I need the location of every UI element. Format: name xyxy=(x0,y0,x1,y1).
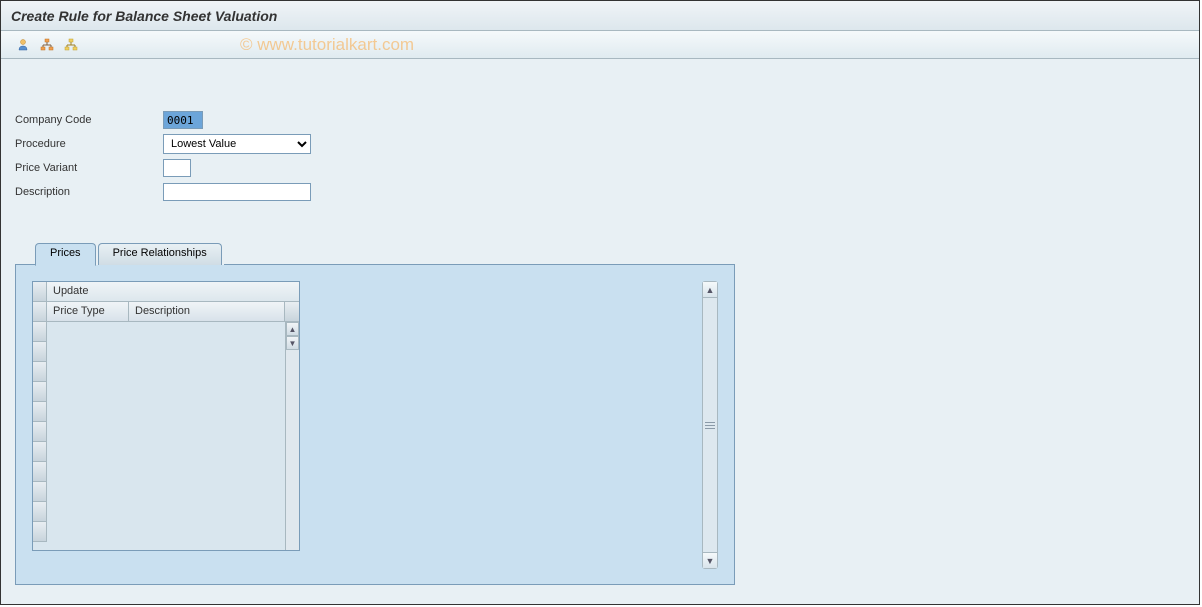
form-area: Company Code Procedure Lowest Value Pric… xyxy=(1,59,1199,215)
col-description[interactable]: Description xyxy=(129,302,285,321)
company-code-field[interactable] xyxy=(163,111,203,129)
table-title-row: Update xyxy=(33,282,299,302)
row-selector[interactable] xyxy=(33,342,47,362)
description-row: Description xyxy=(15,181,1185,203)
page-title: Create Rule for Balance Sheet Valuation xyxy=(11,8,277,24)
table-title: Update xyxy=(47,282,299,301)
row-selector[interactable] xyxy=(33,442,47,462)
row-selector[interactable] xyxy=(33,422,47,442)
row-selector[interactable] xyxy=(33,402,47,422)
table-corner[interactable] xyxy=(33,282,47,301)
row-selector[interactable] xyxy=(33,322,47,342)
header-selector[interactable] xyxy=(33,302,47,321)
row-selector[interactable] xyxy=(33,502,47,522)
tab-strip: Prices Price Relationships xyxy=(15,243,735,265)
procedure-select[interactable]: Lowest Value xyxy=(163,134,311,154)
tab-filler xyxy=(224,243,735,265)
scroll-corner xyxy=(285,302,299,321)
company-code-label: Company Code xyxy=(15,114,163,126)
row-selectors xyxy=(33,322,47,550)
tab-prices[interactable]: Prices xyxy=(35,243,96,266)
procedure-label: Procedure xyxy=(15,138,163,150)
description-field[interactable] xyxy=(163,183,311,201)
tab-spacer xyxy=(15,243,35,265)
row-selector[interactable] xyxy=(33,482,47,502)
row-selector[interactable] xyxy=(33,382,47,402)
toolbar xyxy=(1,31,1199,59)
scroll-up-icon[interactable]: ▲ xyxy=(703,282,717,298)
company-code-row: Company Code xyxy=(15,109,1185,131)
table-header-row: Price Type Description xyxy=(33,302,299,322)
prices-table: Update Price Type Description xyxy=(32,281,300,551)
panel-vscroll[interactable]: ▲ ▼ xyxy=(702,281,718,569)
row-selector[interactable] xyxy=(33,362,47,382)
price-variant-label: Price Variant xyxy=(15,162,163,174)
tab-content: Update Price Type Description xyxy=(15,265,735,585)
procedure-row: Procedure Lowest Value xyxy=(15,133,1185,155)
scroll-track[interactable] xyxy=(286,350,299,550)
price-variant-row: Price Variant xyxy=(15,157,1185,179)
scroll-down-icon[interactable]: ▼ xyxy=(286,336,299,350)
row-selector[interactable] xyxy=(33,522,47,542)
col-price-type[interactable]: Price Type xyxy=(47,302,129,321)
scroll-up-icon[interactable]: ▲ xyxy=(286,322,299,336)
cells-area[interactable] xyxy=(47,322,285,550)
tab-price-relationships[interactable]: Price Relationships xyxy=(98,243,222,265)
scroll-down-icon[interactable]: ▼ xyxy=(703,552,717,568)
description-label: Description xyxy=(15,186,163,198)
price-variant-field[interactable] xyxy=(163,159,191,177)
hierarchy-icon[interactable] xyxy=(63,37,79,53)
person-icon[interactable] xyxy=(15,37,31,53)
scroll-grip-icon xyxy=(705,418,715,432)
table-body: ▲ ▼ xyxy=(33,322,299,550)
row-selector[interactable] xyxy=(33,462,47,482)
tab-container: Prices Price Relationships Update Price … xyxy=(15,243,735,585)
org-icon[interactable] xyxy=(39,37,55,53)
title-bar: Create Rule for Balance Sheet Valuation xyxy=(1,1,1199,31)
table-vscroll[interactable]: ▲ ▼ xyxy=(285,322,299,550)
scroll-track[interactable] xyxy=(703,298,717,552)
main-window: Create Rule for Balance Sheet Valuation xyxy=(0,0,1200,605)
